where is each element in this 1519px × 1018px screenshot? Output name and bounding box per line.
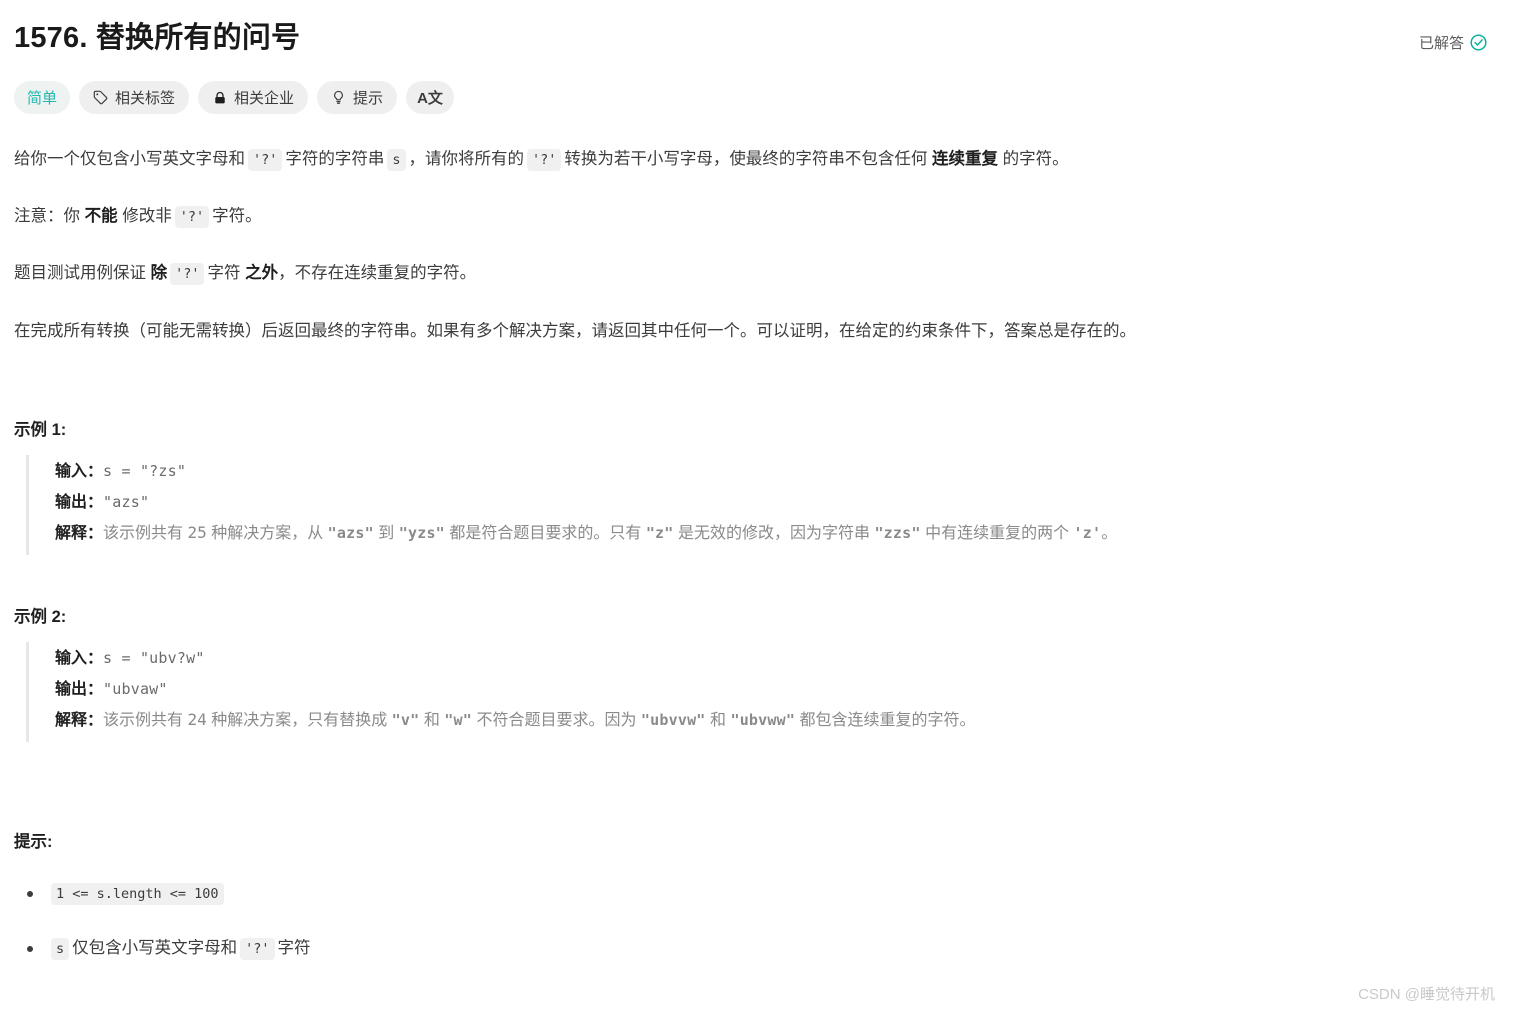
- hint-label: 提示: [353, 90, 384, 107]
- desc-p1-text-c: ，请你将所有的: [408, 150, 525, 168]
- status-badge: 已解答: [1419, 18, 1495, 53]
- example-2-input-value: s = "ubv?w": [103, 649, 205, 667]
- description-paragraph-4: 在完成所有转换（可能无需转换）后返回最终的字符串。如果有多个解决方案，请返回其中…: [14, 322, 1136, 340]
- desc-p1-bold: 连续重复: [932, 150, 999, 168]
- desc-p2-bold: 不能: [84, 207, 118, 225]
- example-2-output-line: 输出："ubvaw": [55, 674, 1495, 705]
- difficulty-badge-easy[interactable]: 简单: [14, 81, 71, 114]
- example-2-output-label: 输出：: [55, 681, 104, 698]
- desc-p3-text-b: 字符: [207, 264, 241, 282]
- example-1-output-label: 输出：: [55, 494, 104, 511]
- example-1-input-label: 输入：: [55, 463, 104, 480]
- related-companies-button[interactable]: 相关企业: [198, 81, 309, 114]
- desc-p3-bold-1: 除: [150, 264, 168, 282]
- example-1-explain-c: 到: [378, 525, 395, 542]
- example-2-input-label: 输入：: [55, 650, 104, 667]
- hints-heading: 提示:: [14, 833, 53, 851]
- example-2-explain-d: 不符合题目要求。因为: [476, 712, 637, 729]
- desc-p3-bold-2: 之外: [245, 264, 279, 282]
- desc-p3-text-a: 题目测试用例保证: [14, 264, 146, 282]
- description-paragraph-3: 题目测试用例保证 除 '?' 字符 之外，不存在连续重复的字符。: [14, 258, 1495, 289]
- example-1-explain-code-3: "z": [645, 524, 674, 542]
- tag-row: 简单 相关标签 相关企业 提示 A文: [12, 81, 1495, 114]
- desc-p1-text-e: 的字符。: [1002, 150, 1069, 168]
- example-1-explain-label: 解释：: [55, 525, 104, 542]
- desc-p1-text-d: 转换为若干小写字母，使最终的字符串不包含任何: [564, 150, 928, 168]
- inline-code-question-mark-4: '?': [170, 263, 205, 285]
- example-1-explain-code-1: "azs": [327, 524, 374, 542]
- example-2-explain-code-3: "ubvvw": [640, 711, 706, 729]
- lightbulb-icon: [331, 90, 346, 105]
- example-1-explain-code-2: "yzs": [398, 524, 445, 542]
- desc-p2-text-b: 修改非: [122, 207, 172, 225]
- example-2-input-line: 输入：s = "ubv?w": [55, 643, 1495, 674]
- desc-p3-text-c: ，不存在连续重复的字符。: [278, 264, 477, 282]
- example-1-explain-code-5: 'z': [1073, 524, 1102, 542]
- status-label: 已解答: [1418, 35, 1464, 52]
- example-2-explain-code-2: "w": [444, 711, 472, 729]
- example-1-output-value: "azs": [103, 493, 150, 511]
- example-1-explain-number: 25: [187, 523, 207, 542]
- inline-code-question-mark-3: '?': [174, 206, 210, 228]
- example-1-explain-f: 中有连续重复的两个: [925, 525, 1070, 542]
- hint-1-code: 1 <= s.length <= 100: [51, 883, 224, 905]
- example-2-output-value: "ubvaw": [103, 680, 168, 698]
- check-circle-icon: [1470, 34, 1487, 51]
- example-2-explain-f: 都包含连续重复的字符。: [799, 712, 976, 729]
- desc-p2-text-a: 注意：你: [14, 207, 80, 225]
- desc-p1-text-b: 字符的字符串: [285, 150, 385, 168]
- description-paragraph-1: 给你一个仅包含小写英文字母和 '?' 字符的字符串 s ，请你将所有的 '?' 转换为若干小…: [14, 144, 1495, 175]
- related-tags-label: 相关标签: [115, 90, 176, 107]
- desc-p1-text-a: 给你一个仅包含小写英文字母和: [14, 150, 245, 168]
- related-tags-button[interactable]: 相关标签: [79, 81, 190, 114]
- translate-toggle-button[interactable]: A文: [406, 81, 454, 114]
- problem-description: 给你一个仅包含小写英文字母和 '?' 字符的字符串 s ，请你将所有的 '?' 转换为若干小…: [12, 144, 1495, 964]
- example-1-explain-b: 种解决方案，从: [211, 525, 324, 542]
- example-2-explain-number: 24: [187, 710, 207, 729]
- example-1-input-value: s = "?zs": [103, 462, 187, 480]
- problem-page: 1576. 替换所有的问号 已解答 简单 相关标签 相关企业 提示 A文 给你一…: [0, 0, 1519, 1018]
- example-2-explain-b: 种解决方案，只有替换成: [211, 712, 388, 729]
- inline-code-question-mark: '?': [248, 149, 283, 171]
- title-row: 1576. 替换所有的问号 已解答: [12, 18, 1495, 58]
- example-1-heading: 示例 1:: [14, 421, 67, 439]
- tag-icon: [93, 90, 108, 105]
- desc-p2-text-c: 字符。: [212, 207, 262, 225]
- example-2-explain-e: 和: [710, 712, 727, 729]
- inline-code-question-mark-2: '?': [527, 149, 562, 171]
- example-2-explain-a: 该示例共有: [103, 712, 184, 729]
- example-2-heading: 示例 2:: [14, 608, 67, 626]
- hint-button[interactable]: 提示: [317, 81, 398, 114]
- inline-code-s: s: [387, 149, 406, 171]
- lock-icon: [212, 90, 227, 105]
- example-1-input-line: 输入：s = "?zs": [55, 456, 1495, 487]
- translate-icon: A文: [417, 90, 443, 107]
- description-paragraph-2: 注意：你 不能 修改非 '?' 字符。: [14, 201, 1495, 232]
- example-1-explain-a: 该示例共有: [103, 525, 184, 542]
- example-2-explain-code-4: "ubvww": [730, 711, 796, 729]
- example-1-explain-d: 都是符合题目要求的。只有: [449, 525, 642, 542]
- watermark: CSDN @睡觉待开机: [1358, 986, 1495, 1003]
- example-1-explanation: 解释：该示例共有 25 种解决方案，从 "azs" 到 "yzs" 都是符合题目…: [55, 518, 1495, 549]
- related-companies-label: 相关企业: [234, 90, 295, 107]
- example-1-explain-g: 。: [1101, 525, 1118, 542]
- example-2-explain-label: 解释：: [55, 712, 104, 729]
- difficulty-label: 简单: [27, 90, 58, 107]
- hint-2-code-question-mark: '?': [240, 938, 275, 960]
- hint-item-2: s 仅包含小写英文字母和 '?' 字符: [14, 933, 1495, 964]
- example-1-output-line: 输出："azs": [55, 487, 1495, 518]
- example-1-explain-e: 是无效的修改，因为字符串: [677, 525, 870, 542]
- example-2-explain-code-1: "v": [391, 711, 420, 729]
- example-2-block: 输入：s = "ubv?w" 输出："ubvaw" 解释：该示例共有 24 种解…: [26, 642, 1495, 742]
- hints-list: 1 <= s.length <= 100 s 仅包含小写英文字母和 '?' 字符: [14, 878, 1495, 964]
- example-1-explain-code-4: "zzs": [874, 524, 921, 542]
- hint-2-code-s: s: [51, 938, 70, 960]
- page-title: 1576. 替换所有的问号: [14, 22, 301, 54]
- hint-item-1: 1 <= s.length <= 100: [14, 878, 1495, 909]
- example-2-explain-c: 和: [423, 712, 440, 729]
- example-2-explanation: 解释：该示例共有 24 种解决方案，只有替换成 "v" 和 "w" 不符合题目要…: [55, 705, 1495, 736]
- hint-2-text-a: 仅包含小写英文字母和: [72, 939, 238, 957]
- hint-2-text-b: 字符: [277, 939, 311, 957]
- example-1-block: 输入：s = "?zs" 输出："azs" 解释：该示例共有 25 种解决方案，…: [26, 455, 1495, 555]
